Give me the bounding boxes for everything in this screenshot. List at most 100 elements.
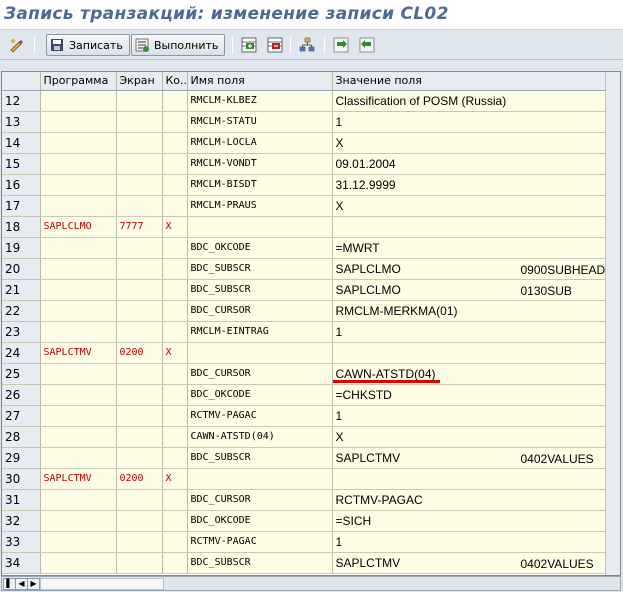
- row-number-cell[interactable]: 26: [2, 384, 41, 406]
- insert-row-button[interactable]: [240, 34, 258, 56]
- row-number-cell[interactable]: 16: [2, 174, 41, 196]
- column-header-screen[interactable]: Экран: [116, 72, 163, 91]
- program-cell[interactable]: [40, 363, 117, 385]
- start-cell[interactable]: [162, 531, 188, 553]
- hierarchy-button[interactable]: [298, 34, 316, 56]
- field-value-cell[interactable]: 1: [332, 111, 607, 133]
- field-name-cell[interactable]: RMCLM-KLBEZ: [187, 90, 333, 112]
- column-header-row-number[interactable]: [2, 72, 41, 91]
- start-cell[interactable]: [162, 258, 188, 280]
- start-cell[interactable]: [162, 153, 188, 175]
- start-cell[interactable]: [162, 405, 188, 427]
- field-name-cell[interactable]: BDC_OKCODE: [187, 510, 333, 532]
- start-cell[interactable]: [162, 447, 188, 469]
- table-row[interactable]: 17 RMCLM-PRAUS X: [2, 195, 607, 217]
- screen-cell[interactable]: [116, 426, 163, 448]
- table-row[interactable]: 19 BDC_OKCODE =MWRT: [2, 237, 607, 259]
- screen-cell[interactable]: [116, 489, 163, 511]
- row-number-cell[interactable]: 18: [2, 216, 41, 238]
- table-row[interactable]: 23 RMCLM-EINTRAG 1: [2, 321, 607, 343]
- start-cell[interactable]: [162, 384, 188, 406]
- start-cell[interactable]: [162, 300, 188, 322]
- program-cell[interactable]: [40, 552, 117, 574]
- field-value-cell[interactable]: SAPLCTMV 0402VALUES: [332, 552, 607, 574]
- program-cell[interactable]: [40, 132, 117, 154]
- field-name-cell[interactable]: [187, 468, 333, 490]
- screen-cell[interactable]: [116, 447, 163, 469]
- field-name-cell[interactable]: RMCLM-STATU: [187, 111, 333, 133]
- field-value-cell[interactable]: [332, 468, 607, 490]
- field-value-cell[interactable]: CAWN-ATSTD(04): [332, 363, 607, 385]
- next-button[interactable]: [332, 34, 350, 56]
- column-header-start[interactable]: Ко...: [162, 72, 188, 91]
- program-cell[interactable]: SAPLCTMV: [40, 342, 117, 364]
- program-cell[interactable]: SAPLCLMO: [40, 216, 117, 238]
- screen-cell[interactable]: [116, 90, 163, 112]
- program-cell[interactable]: [40, 489, 117, 511]
- table-row[interactable]: 34 BDC_SUBSCR SAPLCTMV 0402VALUES: [2, 552, 607, 574]
- table-row[interactable]: 18 SAPLCLMO 7777 X: [2, 216, 607, 238]
- program-cell[interactable]: [40, 258, 117, 280]
- column-header-program[interactable]: Программа: [40, 72, 117, 91]
- scroll-right-button[interactable]: ▶: [27, 578, 40, 590]
- row-number-cell[interactable]: 21: [2, 279, 41, 301]
- program-cell[interactable]: [40, 90, 117, 112]
- screen-cell[interactable]: [116, 552, 163, 574]
- table-row[interactable]: 25 BDC_CURSOR CAWN-ATSTD(04): [2, 363, 607, 385]
- column-header-field-name[interactable]: Имя поля: [187, 72, 333, 91]
- start-cell[interactable]: [162, 510, 188, 532]
- field-name-cell[interactable]: RMCLM-VONDT: [187, 153, 333, 175]
- field-name-cell[interactable]: BDC_OKCODE: [187, 237, 333, 259]
- row-number-cell[interactable]: 15: [2, 153, 41, 175]
- start-cell[interactable]: [162, 426, 188, 448]
- program-cell[interactable]: [40, 237, 117, 259]
- program-cell[interactable]: [40, 531, 117, 553]
- field-value-cell[interactable]: [332, 216, 607, 238]
- start-cell[interactable]: [162, 174, 188, 196]
- horizontal-scrollbar[interactable]: ▌ ◀ ▶: [1, 576, 621, 591]
- start-cell[interactable]: [162, 90, 188, 112]
- field-name-cell[interactable]: [187, 342, 333, 364]
- screen-cell[interactable]: 7777: [116, 216, 163, 238]
- screen-cell[interactable]: [116, 237, 163, 259]
- field-name-cell[interactable]: BDC_CURSOR: [187, 300, 333, 322]
- field-value-cell[interactable]: SAPLCLMO 0900SUBHEAD: [332, 258, 607, 280]
- screen-cell[interactable]: 0200: [116, 342, 163, 364]
- field-value-cell[interactable]: X: [332, 426, 607, 448]
- row-number-cell[interactable]: 34: [2, 552, 41, 574]
- execute-button[interactable]: Выполнить: [131, 34, 226, 56]
- field-name-cell[interactable]: RMCLM-BISDT: [187, 174, 333, 196]
- row-number-cell[interactable]: 28: [2, 426, 41, 448]
- field-value-cell[interactable]: X: [332, 195, 607, 217]
- field-name-cell[interactable]: CAWN-ATSTD(04): [187, 426, 333, 448]
- table-row[interactable]: 16 RMCLM-BISDT 31.12.9999: [2, 174, 607, 196]
- field-name-cell[interactable]: BDC_CURSOR: [187, 489, 333, 511]
- field-value-cell[interactable]: X: [332, 132, 607, 154]
- table-row[interactable]: 21 BDC_SUBSCR SAPLCLMO 0130SUB: [2, 279, 607, 301]
- table-row[interactable]: 28 CAWN-ATSTD(04) X: [2, 426, 607, 448]
- table-row[interactable]: 14 RMCLM-LOCLA X: [2, 132, 607, 154]
- screen-cell[interactable]: [116, 321, 163, 343]
- field-name-cell[interactable]: BDC_SUBSCR: [187, 447, 333, 469]
- row-number-cell[interactable]: 32: [2, 510, 41, 532]
- row-number-cell[interactable]: 25: [2, 363, 41, 385]
- scroll-thumb[interactable]: [40, 578, 164, 590]
- field-name-cell[interactable]: BDC_CURSOR: [187, 363, 333, 385]
- screen-cell[interactable]: [116, 363, 163, 385]
- screen-cell[interactable]: [116, 195, 163, 217]
- program-cell[interactable]: [40, 426, 117, 448]
- table-row[interactable]: 31 BDC_CURSOR RCTMV-PAGAC: [2, 489, 607, 511]
- program-cell[interactable]: [40, 279, 117, 301]
- table-row[interactable]: 12 RMCLM-KLBEZ Classification of POSM (Rus…: [2, 90, 607, 112]
- row-number-cell[interactable]: 27: [2, 405, 41, 427]
- table-row[interactable]: 29 BDC_SUBSCR SAPLCTMV 0402VALUES: [2, 447, 607, 469]
- vertical-scrollbar[interactable]: [605, 72, 620, 575]
- column-header-field-value[interactable]: Значение поля: [332, 72, 607, 91]
- screen-cell[interactable]: [116, 132, 163, 154]
- field-value-cell[interactable]: 09.01.2004: [332, 153, 607, 175]
- edit-button[interactable]: [8, 34, 26, 56]
- field-name-cell[interactable]: BDC_SUBSCR: [187, 258, 333, 280]
- program-cell[interactable]: [40, 447, 117, 469]
- field-name-cell[interactable]: BDC_SUBSCR: [187, 279, 333, 301]
- row-number-cell[interactable]: 22: [2, 300, 41, 322]
